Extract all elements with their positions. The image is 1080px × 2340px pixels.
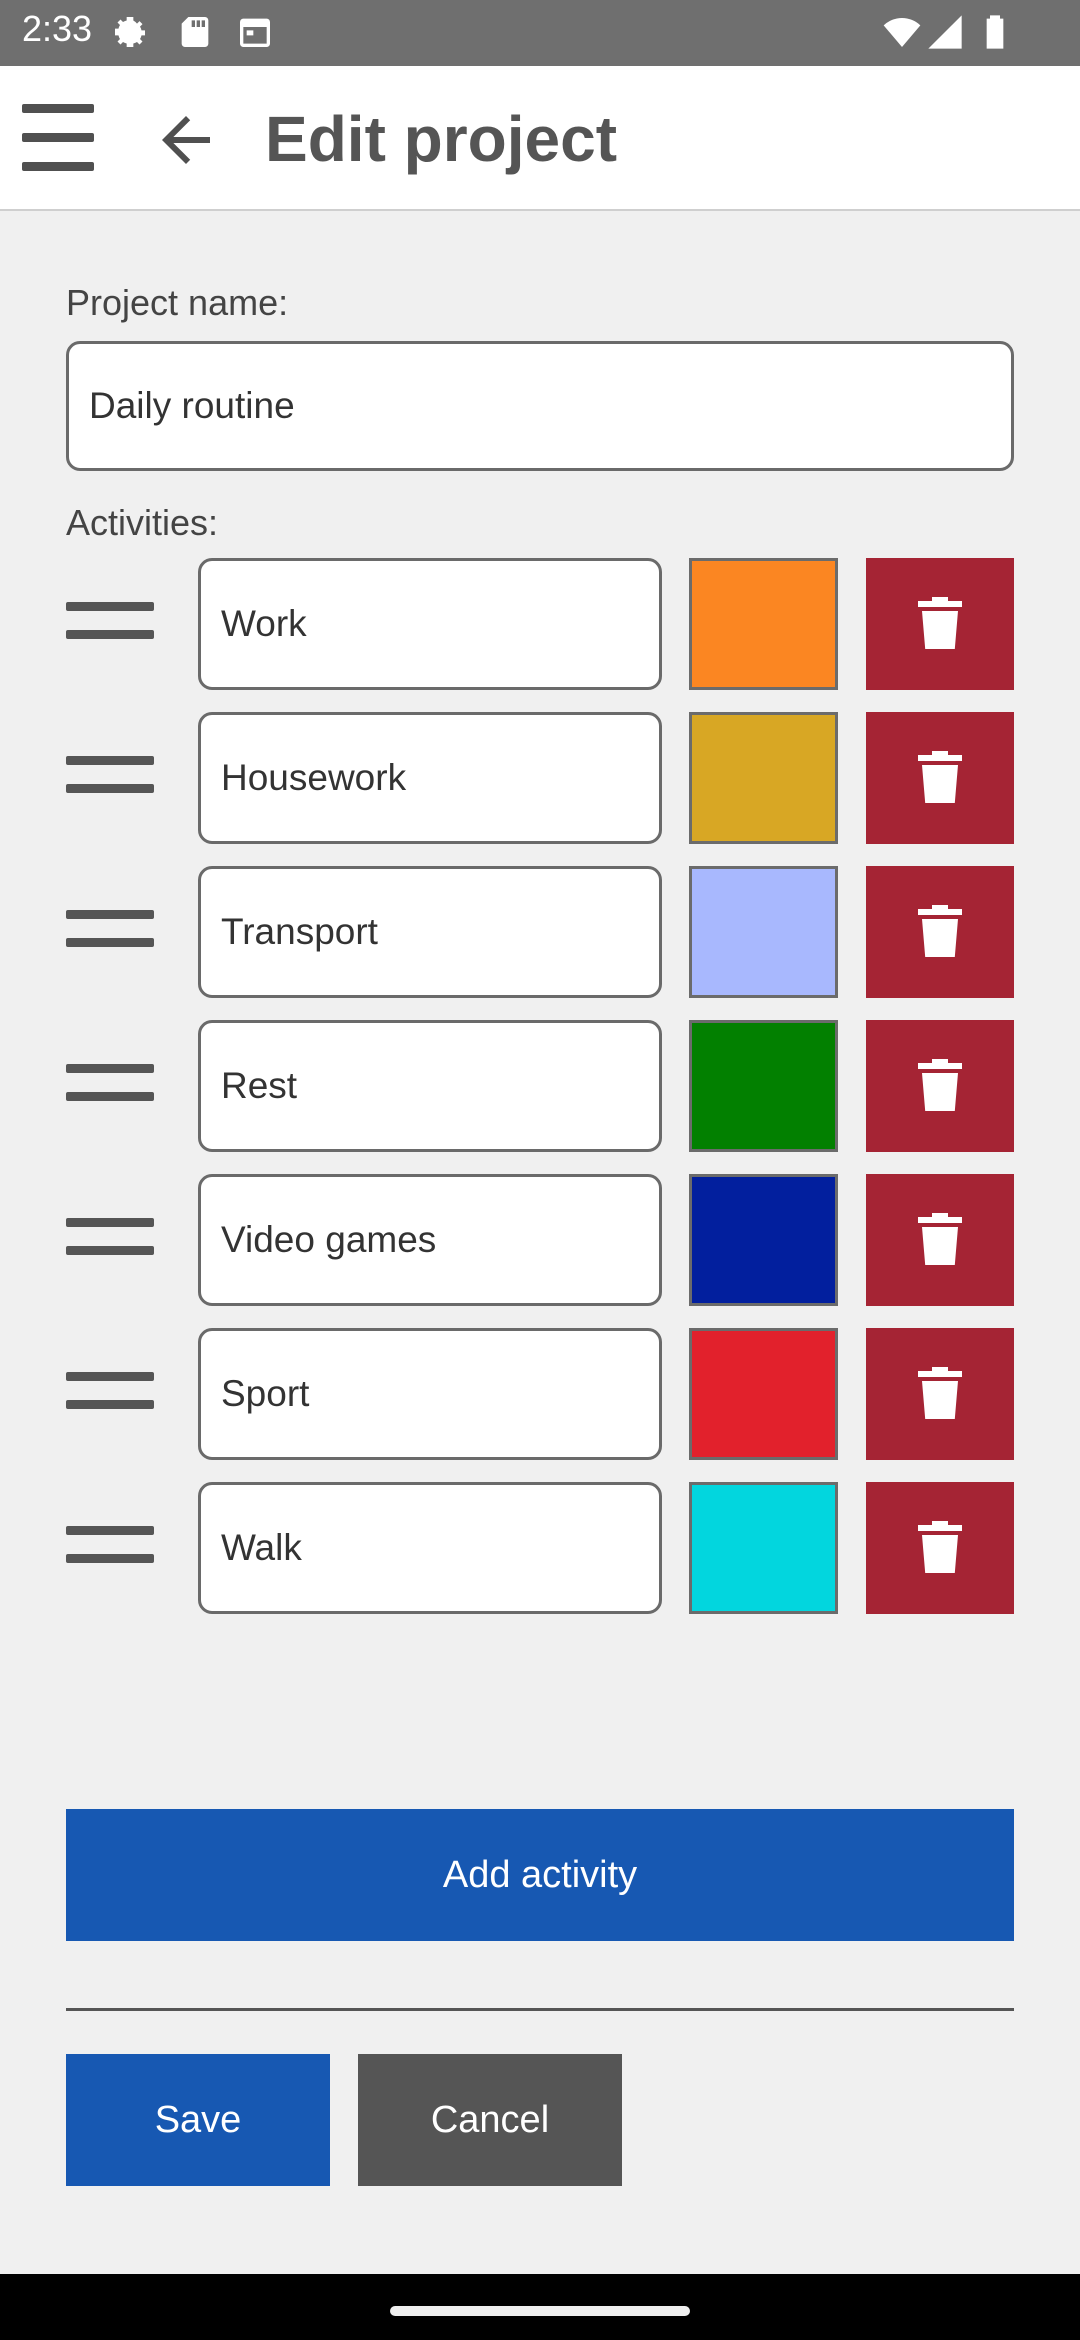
settings-gear-icon bbox=[115, 17, 145, 47]
drag-handle-icon[interactable] bbox=[66, 1526, 154, 1570]
home-gesture-handle[interactable] bbox=[390, 2306, 690, 2316]
project-name-label: Project name: bbox=[66, 282, 289, 323]
activity-name-input[interactable] bbox=[198, 1482, 662, 1614]
activity-row bbox=[0, 866, 1080, 998]
activity-color-swatch[interactable] bbox=[689, 1020, 838, 1152]
calendar-icon bbox=[240, 18, 270, 47]
activity-color-swatch[interactable] bbox=[689, 866, 838, 998]
drag-handle-icon[interactable] bbox=[66, 1218, 154, 1262]
drag-handle-icon[interactable] bbox=[66, 756, 154, 800]
battery-icon bbox=[986, 15, 1004, 49]
trash-icon bbox=[918, 1366, 962, 1419]
trash-icon bbox=[918, 750, 962, 803]
drag-handle-icon[interactable] bbox=[66, 1064, 154, 1108]
activity-color-swatch[interactable] bbox=[689, 1328, 838, 1460]
drag-handle-icon[interactable] bbox=[66, 910, 154, 954]
activity-color-swatch[interactable] bbox=[689, 558, 838, 690]
delete-activity-button[interactable] bbox=[866, 866, 1014, 998]
activity-name-input[interactable] bbox=[198, 1328, 662, 1460]
divider bbox=[66, 2008, 1014, 2011]
trash-icon bbox=[918, 1520, 962, 1573]
page-title: Edit project bbox=[265, 103, 618, 175]
delete-activity-button[interactable] bbox=[866, 1174, 1014, 1306]
add-activity-button[interactable]: Add activity bbox=[66, 1809, 1014, 1941]
delete-activity-button[interactable] bbox=[866, 558, 1014, 690]
activity-name-input[interactable] bbox=[198, 1174, 662, 1306]
cancel-button[interactable]: Cancel bbox=[358, 2054, 622, 2186]
activity-row bbox=[0, 1328, 1080, 1460]
delete-activity-button[interactable] bbox=[866, 712, 1014, 844]
activity-row bbox=[0, 558, 1080, 690]
activity-name-input[interactable] bbox=[198, 866, 662, 998]
drag-handle-icon[interactable] bbox=[66, 602, 154, 646]
activity-row bbox=[0, 1174, 1080, 1306]
status-time: 2:33 bbox=[22, 8, 93, 49]
activities-label: Activities: bbox=[66, 502, 219, 543]
cell-signal-icon bbox=[928, 15, 962, 49]
trash-icon bbox=[918, 596, 962, 649]
trash-icon bbox=[918, 1058, 962, 1111]
activity-name-input[interactable] bbox=[198, 1020, 662, 1152]
save-button[interactable]: Save bbox=[66, 2054, 330, 2186]
activity-name-input[interactable] bbox=[198, 712, 662, 844]
activity-row bbox=[0, 1020, 1080, 1152]
activity-color-swatch[interactable] bbox=[689, 1482, 838, 1614]
wifi-icon bbox=[883, 18, 921, 47]
drag-handle-icon[interactable] bbox=[66, 1372, 154, 1416]
sd-card-icon bbox=[181, 17, 209, 47]
trash-icon bbox=[918, 904, 962, 957]
hamburger-menu-icon[interactable] bbox=[22, 104, 94, 171]
delete-activity-button[interactable] bbox=[866, 1482, 1014, 1614]
activity-color-swatch[interactable] bbox=[689, 1174, 838, 1306]
activity-color-swatch[interactable] bbox=[689, 712, 838, 844]
project-name-input[interactable] bbox=[66, 341, 1014, 471]
activity-name-input[interactable] bbox=[198, 558, 662, 690]
arrow-back-icon[interactable] bbox=[150, 104, 222, 176]
delete-activity-button[interactable] bbox=[866, 1020, 1014, 1152]
activity-row bbox=[0, 1482, 1080, 1614]
status-bar: 2:33 bbox=[0, 0, 1080, 66]
delete-activity-button[interactable] bbox=[866, 1328, 1014, 1460]
trash-icon bbox=[918, 1212, 962, 1265]
activity-row bbox=[0, 712, 1080, 844]
app-bar: Edit project bbox=[0, 66, 1080, 211]
